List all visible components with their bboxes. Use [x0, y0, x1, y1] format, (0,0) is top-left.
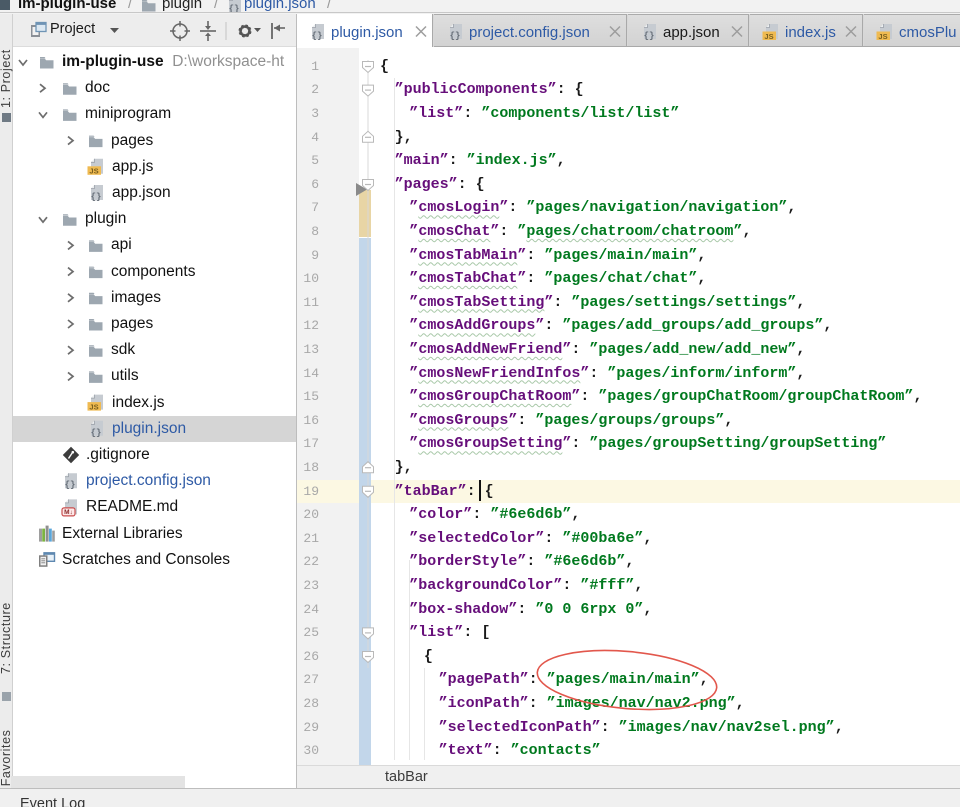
svg-text:{}: {}	[450, 31, 461, 41]
svg-text:JS: JS	[764, 32, 773, 41]
svg-text:JS: JS	[878, 32, 887, 41]
svg-text:{}: {}	[312, 31, 323, 41]
svg-text:{}: {}	[644, 31, 655, 41]
